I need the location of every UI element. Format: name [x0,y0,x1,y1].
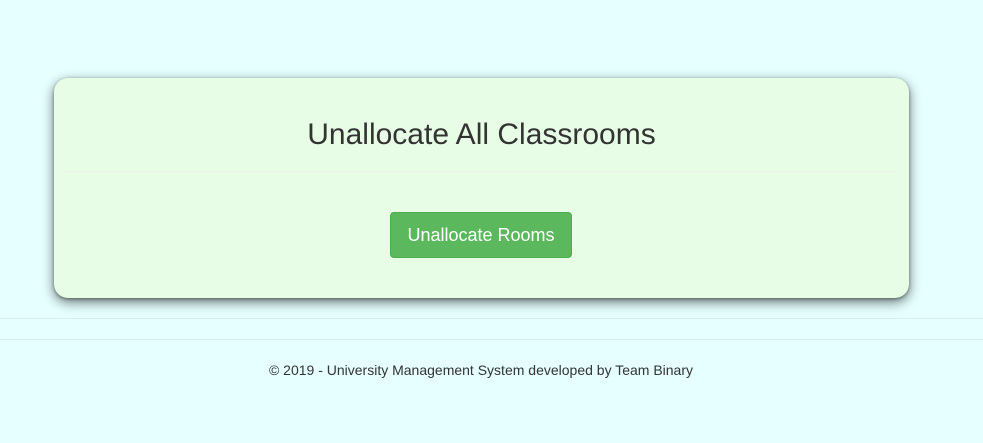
unallocate-rooms-button[interactable]: Unallocate Rooms [390,212,572,258]
footer-copyright: © 2019 - University Management System de… [268,362,694,378]
unallocate-panel: Unallocate All Classrooms Unallocate Roo… [54,78,909,298]
footer-divider [0,339,983,340]
footer-divider-top [0,318,983,319]
page-title: Unallocate All Classrooms [307,118,656,151]
panel-divider [64,171,899,172]
page: Unallocate All Classrooms Unallocate Roo… [0,0,983,443]
